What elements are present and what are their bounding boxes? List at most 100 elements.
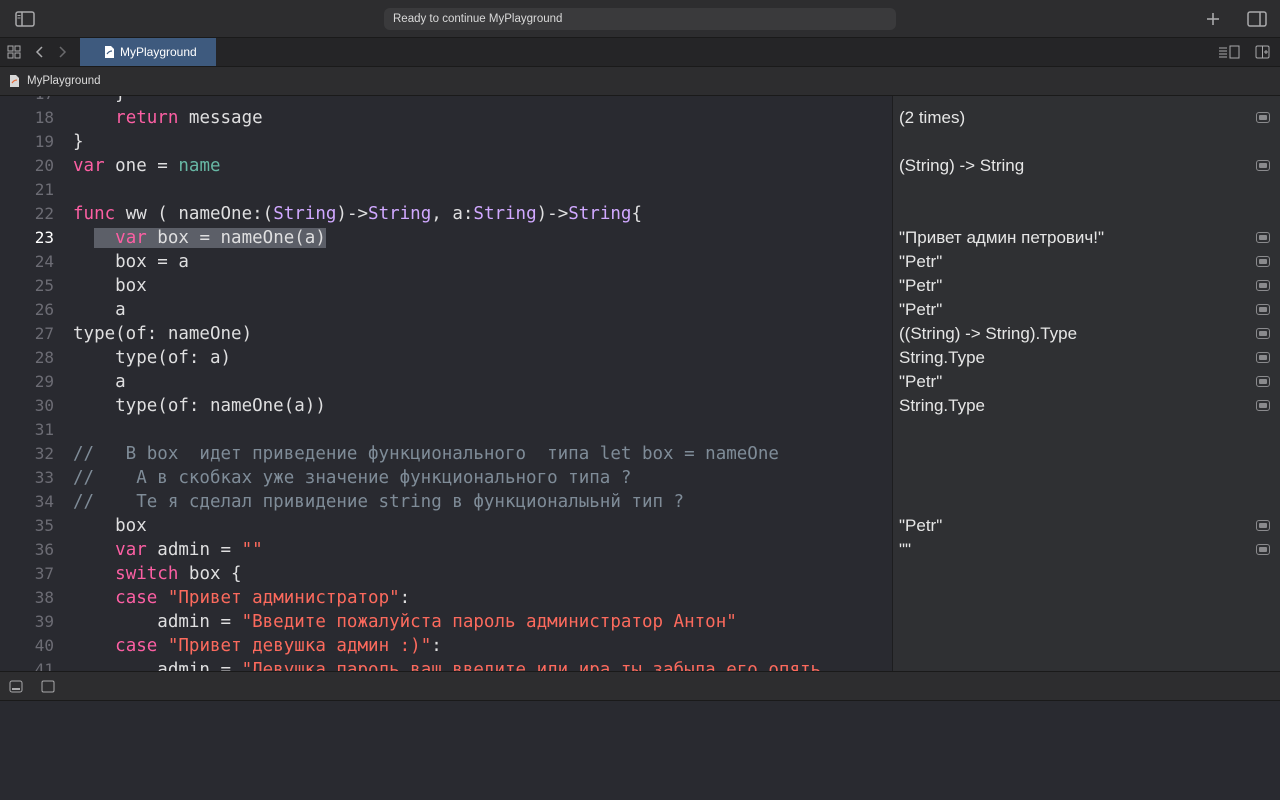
quick-look-result-icon[interactable] bbox=[1256, 376, 1270, 387]
code-token: // Те я сделал привидение string в функц… bbox=[73, 492, 685, 512]
playground-file-icon bbox=[9, 74, 20, 88]
code-line[interactable]: 31 bbox=[0, 418, 892, 442]
code-line[interactable]: 17 } bbox=[0, 96, 892, 106]
code-token: : bbox=[399, 588, 411, 608]
code-text: switch box { bbox=[73, 562, 242, 586]
quick-look-result-icon[interactable] bbox=[1256, 400, 1270, 411]
quick-look-result-icon[interactable] bbox=[1256, 544, 1270, 555]
code-text: type(of: a) bbox=[73, 346, 231, 370]
code-line[interactable]: 26 a bbox=[0, 298, 892, 322]
code-token: )-> bbox=[336, 204, 369, 224]
quick-look-result-icon[interactable] bbox=[1256, 352, 1270, 363]
code-text: a bbox=[73, 370, 126, 394]
line-number: 17 bbox=[0, 96, 54, 106]
result-value: "Petr" bbox=[899, 372, 943, 391]
quick-look-result-icon[interactable] bbox=[1256, 256, 1270, 267]
code-token: "Привет администратор" bbox=[167, 588, 400, 608]
line-number: 41 bbox=[34, 660, 54, 671]
quick-look-result-icon[interactable] bbox=[1256, 304, 1270, 315]
code-text: return message bbox=[73, 106, 263, 130]
breadcrumb-item[interactable]: MyPlayground bbox=[27, 67, 101, 95]
quick-look-result-icon[interactable] bbox=[1256, 112, 1270, 123]
code-line[interactable]: 22 func ww ( nameOne:(String)->String, a:… bbox=[0, 202, 892, 226]
code-text: box = a bbox=[73, 250, 189, 274]
tab-myplayground[interactable]: MyPlayground bbox=[80, 38, 216, 66]
quick-look-result-icon[interactable] bbox=[1256, 520, 1270, 531]
line-number: 24 bbox=[34, 252, 54, 271]
code-line[interactable]: 40 case "Привет девушка админ :)": bbox=[0, 634, 892, 658]
code-line[interactable]: 27 type(of: nameOne) bbox=[0, 322, 892, 346]
code-line[interactable]: 20 var one = name bbox=[0, 154, 892, 178]
code-line[interactable]: 34 // Те я сделал привидение string в фун… bbox=[0, 490, 892, 514]
source-editor[interactable]: 17 }18 return message19}20var one = name… bbox=[0, 96, 892, 671]
code-line[interactable]: 37 switch box { bbox=[0, 562, 892, 586]
code-line[interactable]: 23 var box = nameOne(a) bbox=[0, 226, 892, 250]
line-number: 27 bbox=[34, 324, 54, 343]
run-playground-icon[interactable] bbox=[41, 680, 55, 693]
code-text: type(of: nameOne(a)) bbox=[73, 394, 326, 418]
code-token: box = nameOne(a) bbox=[146, 228, 326, 248]
code-line[interactable]: 18 return message bbox=[0, 106, 892, 130]
code-token: switch bbox=[115, 564, 179, 584]
code-line[interactable]: 24 box = a bbox=[0, 250, 892, 274]
code-token: a bbox=[73, 372, 126, 392]
result-value: "Petr" bbox=[899, 516, 943, 535]
code-line[interactable]: 21 bbox=[0, 178, 892, 202]
line-number: 31 bbox=[34, 420, 54, 439]
code-line[interactable]: 28 type(of: a) bbox=[0, 346, 892, 370]
back-icon[interactable] bbox=[34, 45, 46, 59]
code-token: admin = bbox=[146, 540, 242, 560]
code-token: "Введите пожалуйста пароль администратор… bbox=[241, 612, 737, 632]
editor-options-icon[interactable] bbox=[1218, 45, 1240, 59]
line-number: 30 bbox=[34, 396, 54, 415]
results-sidebar: (2 times) (String) -> String "Привет админ… bbox=[892, 96, 1280, 671]
code-token: func bbox=[73, 204, 116, 224]
code-line[interactable]: 41 admin = "Девушка пароль ваш введите и… bbox=[0, 658, 892, 671]
add-icon[interactable] bbox=[1205, 11, 1221, 27]
playground-file-icon bbox=[104, 45, 115, 59]
quick-look-result-icon[interactable] bbox=[1256, 328, 1270, 339]
breadcrumb: MyPlayground bbox=[0, 67, 1280, 96]
navigator-toggle-icon[interactable] bbox=[15, 11, 35, 27]
code-token: } bbox=[73, 96, 126, 104]
code-token: String bbox=[568, 204, 632, 224]
code-text: box bbox=[73, 274, 147, 298]
grid-icon[interactable] bbox=[7, 45, 21, 59]
code-text: admin = "Девушка пароль ваш введите или … bbox=[73, 658, 821, 671]
line-number: 35 bbox=[34, 516, 54, 535]
quick-look-result-icon[interactable] bbox=[1256, 160, 1270, 171]
code-token: String bbox=[273, 204, 337, 224]
code-line[interactable]: 25 box bbox=[0, 274, 892, 298]
code-token: return bbox=[115, 108, 179, 128]
code-text: case "Привет администратор": bbox=[73, 586, 410, 610]
inspector-toggle-icon[interactable] bbox=[1247, 11, 1267, 27]
code-line[interactable]: 30 type(of: nameOne(a)) bbox=[0, 394, 892, 418]
code-text: } bbox=[73, 96, 126, 106]
add-editor-icon[interactable] bbox=[1255, 45, 1270, 59]
line-number: 25 bbox=[34, 276, 54, 295]
forward-icon[interactable] bbox=[56, 45, 68, 59]
code-token: one = bbox=[104, 156, 179, 176]
code-token: // В box идет приведение функционального… bbox=[73, 444, 779, 464]
code-token: var bbox=[115, 228, 147, 248]
code-token: // А в скобках уже значение функциональн… bbox=[73, 468, 632, 488]
code-line[interactable]: 32 // В box идет приведение функционально… bbox=[0, 442, 892, 466]
console-area[interactable] bbox=[0, 701, 1280, 800]
code-line[interactable]: 33 // А в скобках уже значение функционал… bbox=[0, 466, 892, 490]
code-text: var admin = "" bbox=[73, 538, 263, 562]
line-number: 23 bbox=[34, 228, 54, 247]
code-line[interactable]: 39 admin = "Введите пожалуйста пароль ад… bbox=[0, 610, 892, 634]
hide-debug-area-icon[interactable] bbox=[9, 680, 23, 693]
code-line[interactable]: 35 box bbox=[0, 514, 892, 538]
code-line[interactable]: 19} bbox=[0, 130, 892, 154]
code-text: a bbox=[73, 298, 126, 322]
quick-look-result-icon[interactable] bbox=[1256, 280, 1270, 291]
quick-look-result-icon[interactable] bbox=[1256, 232, 1270, 243]
code-token: var bbox=[115, 540, 147, 560]
code-token: box { bbox=[178, 564, 242, 584]
line-number: 37 bbox=[34, 564, 54, 583]
code-line[interactable]: 38 case "Привет администратор": bbox=[0, 586, 892, 610]
code-token: : bbox=[431, 636, 442, 656]
code-line[interactable]: 29 a bbox=[0, 370, 892, 394]
code-line[interactable]: 36 var admin = "" bbox=[0, 538, 892, 562]
